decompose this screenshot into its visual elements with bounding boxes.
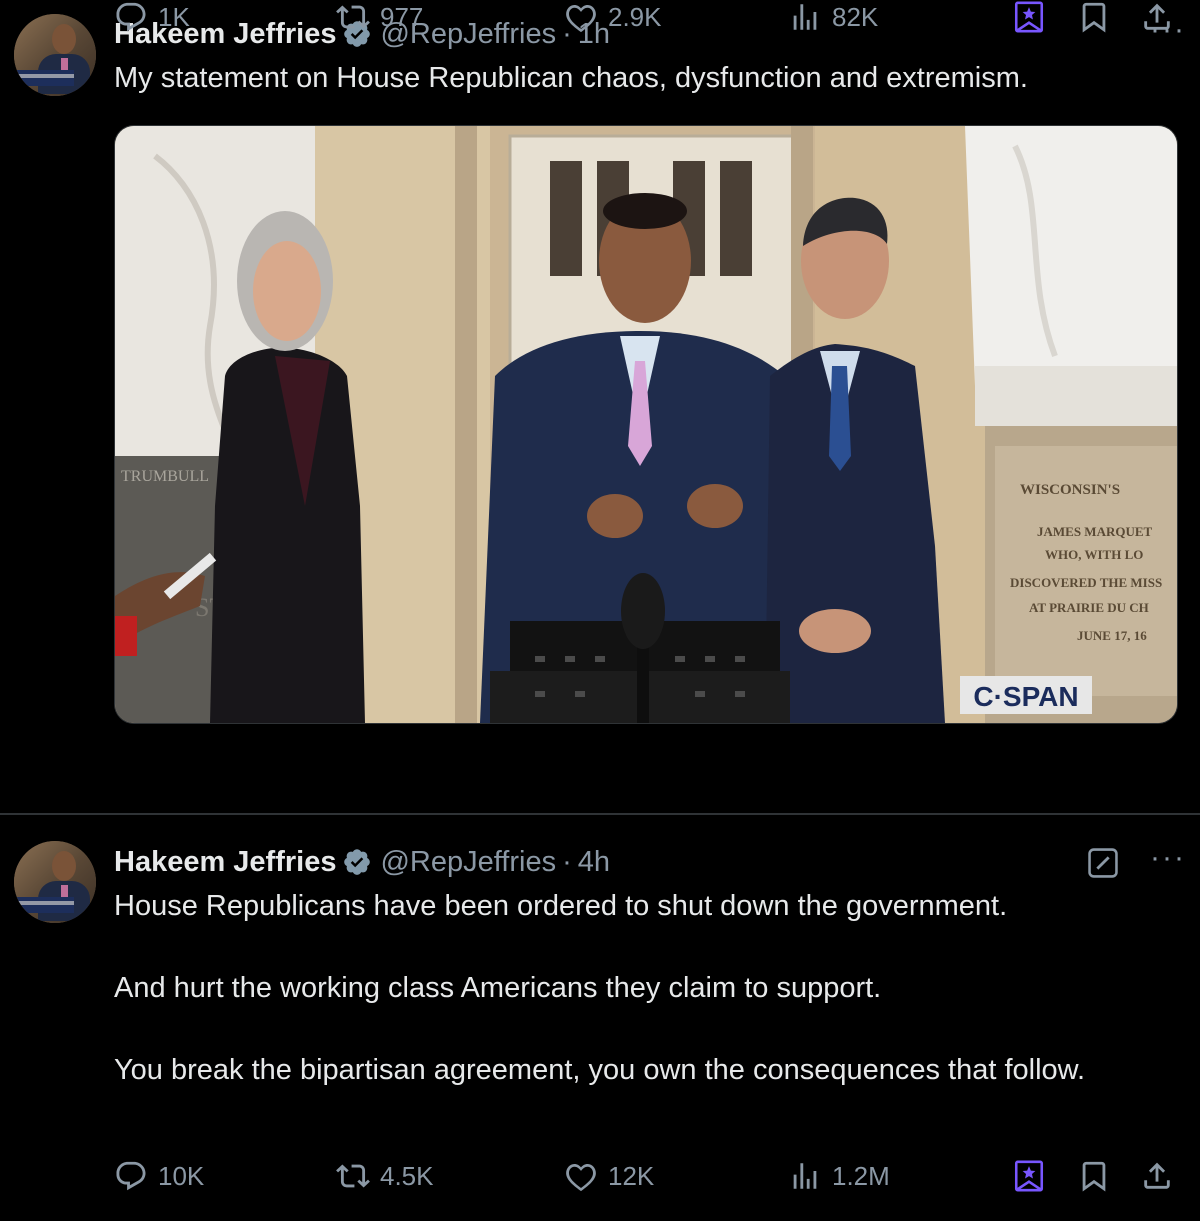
like-count: 2.9K <box>608 1 662 32</box>
share-icon <box>1144 3 1170 30</box>
grok-bookmark-icon <box>1014 1 1044 33</box>
bookmark-button[interactable] <box>1077 1159 1111 1193</box>
share-button[interactable] <box>1140 1159 1174 1193</box>
pedestal-line-4: DISCOVERED THE MISS <box>1010 575 1162 590</box>
repost-button[interactable]: 977 <box>336 0 423 34</box>
avatar[interactable] <box>14 14 96 96</box>
reply-count: 1K <box>158 1 190 32</box>
share-button[interactable] <box>1140 0 1174 34</box>
tweet-actions: 1K 977 2.9K 82K <box>114 0 1176 40</box>
views-icon <box>793 4 817 30</box>
view-count: 1.2M <box>832 1160 890 1191</box>
tweet-actions: 10K 4.5K 12K 1.2M <box>114 1159 1176 1199</box>
pillar-inscription: TRUMBULL <box>121 468 209 485</box>
cspan-watermark: C·SPAN <box>973 681 1078 712</box>
views-button[interactable]: 1.2M <box>788 1159 890 1193</box>
repost-count: 4.5K <box>380 1160 434 1191</box>
grok-bookmark-icon <box>1014 1160 1044 1192</box>
views-button[interactable]: 82K <box>788 0 878 34</box>
share-icon <box>1144 1162 1170 1189</box>
repost-count: 977 <box>380 1 424 32</box>
views-icon <box>793 1163 817 1189</box>
bookmark-icon <box>1082 2 1106 33</box>
like-button[interactable]: 12K <box>564 1159 654 1193</box>
tweet-paragraph: And hurt the working class Americans the… <box>114 972 882 1004</box>
repost-icon <box>336 1164 370 1188</box>
verified-badge-icon[interactable] <box>342 847 372 877</box>
video-frame: TRUMBULL STIC WISCONSIN'S JAMES MARQUET … <box>115 126 1177 723</box>
bookmark-icon <box>1082 1161 1106 1192</box>
tweet-header: Hakeem Jeffries @RepJeffries · 4h <box>114 844 610 880</box>
pedestal-line-2: JAMES MARQUET <box>1037 524 1153 539</box>
tweet-text: My statement on House Republican chaos, … <box>114 58 1174 99</box>
timestamp[interactable]: 4h <box>578 846 610 879</box>
repost-button[interactable]: 4.5K <box>336 1159 434 1193</box>
reply-button[interactable]: 1K <box>114 0 190 34</box>
separator: · <box>562 845 572 878</box>
reply-icon <box>116 1161 146 1191</box>
video-thumbnail[interactable]: TRUMBULL STIC WISCONSIN'S JAMES MARQUET … <box>114 125 1178 724</box>
heart-icon <box>566 4 596 33</box>
author-handle[interactable]: @RepJeffries <box>380 846 556 879</box>
reply-icon <box>116 2 146 32</box>
tweet-paragraph: My statement on House Republican chaos, … <box>114 62 1028 94</box>
reply-button[interactable]: 10K <box>114 1159 204 1193</box>
tweet-paragraph: You break the bipartisan agreement, you … <box>114 1054 1086 1086</box>
pedestal-line-5: AT PRAIRIE DU CH <box>1029 600 1149 615</box>
tweet-text: House Republicans have been ordered to s… <box>114 886 1174 1091</box>
pedestal-line-6: JUNE 17, 16 <box>1077 628 1147 643</box>
more-options-icon[interactable]: ··· <box>1150 843 1186 873</box>
like-count: 12K <box>608 1160 655 1191</box>
tweet-paragraph: House Republicans have been ordered to s… <box>114 890 1008 922</box>
like-button[interactable]: 2.9K <box>564 0 662 34</box>
reply-count: 10K <box>158 1160 205 1191</box>
pedestal-line-3: WHO, WITH LO <box>1045 547 1143 562</box>
author-name[interactable]: Hakeem Jeffries <box>114 846 336 879</box>
bookmark-button[interactable] <box>1077 0 1111 34</box>
edit-post-icon[interactable] <box>1086 846 1120 880</box>
grok-button[interactable] <box>1012 0 1046 34</box>
heart-icon <box>566 1163 596 1192</box>
avatar[interactable] <box>14 841 96 923</box>
repost-icon <box>336 5 370 29</box>
grok-button[interactable] <box>1012 1159 1046 1193</box>
pedestal-line-1: WISCONSIN'S <box>1020 482 1120 498</box>
view-count: 82K <box>832 1 879 32</box>
